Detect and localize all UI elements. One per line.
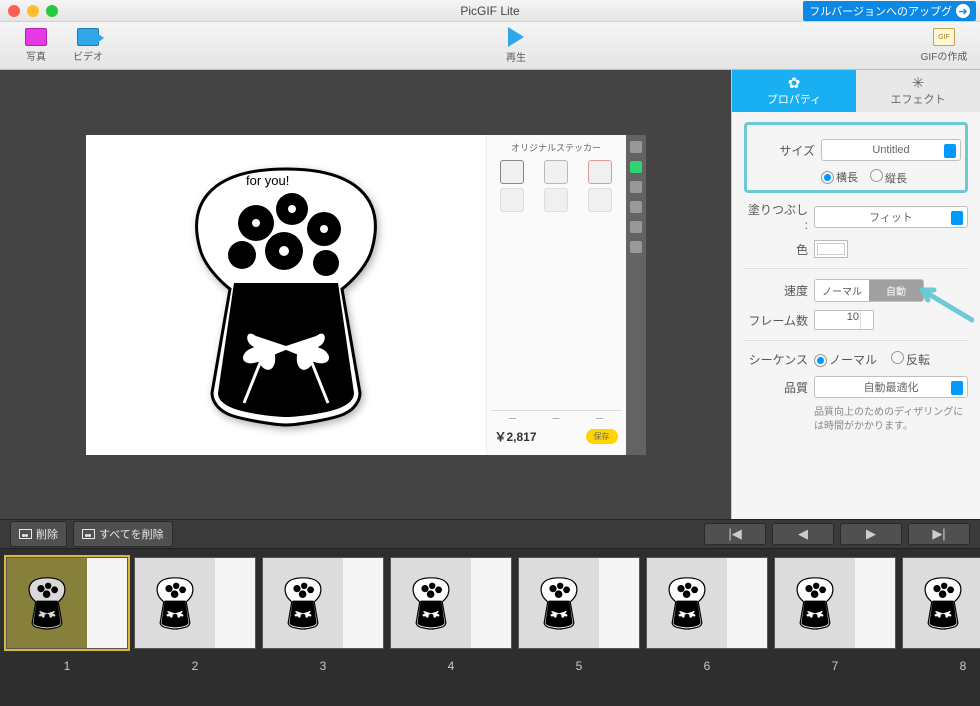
window-titlebar: PicGIF Lite フルバージョンへのアップグ ➜ — [0, 0, 980, 22]
frames-stepper[interactable]: 10 — [814, 310, 874, 330]
frame-number: 7 — [832, 659, 839, 673]
frame-thumbnail[interactable]: 6 — [646, 557, 768, 702]
image-icon — [82, 529, 95, 539]
arrow-right-icon: ➜ — [956, 4, 970, 18]
fill-label: 塗りつぶし : — [744, 201, 808, 232]
frame-number: 5 — [576, 659, 583, 673]
tool-strip — [626, 135, 646, 455]
image-icon — [19, 529, 32, 539]
create-gif-button[interactable]: GIF GIFの作成 — [918, 24, 970, 68]
tab-effects[interactable]: ✳ エフェクト — [856, 70, 980, 112]
speed-normal[interactable]: ノーマル — [815, 280, 869, 301]
preview-canvas: for you! オリジナルステッカー ——— ￥2,817 保存 — [86, 135, 646, 455]
size-label: サイズ — [751, 142, 815, 159]
photo-label: 写真 — [26, 48, 46, 63]
frame-number: 4 — [448, 659, 455, 673]
strip-icon[interactable] — [630, 141, 642, 153]
first-frame-button[interactable]: |◀ — [704, 523, 766, 545]
frame-thumbnail[interactable]: 8 — [902, 557, 980, 702]
photo-button[interactable]: 写真 — [10, 24, 62, 68]
timeline[interactable]: 1 2 3 4 5 6 7 8 — [0, 549, 980, 706]
orient-vertical-radio[interactable]: 縦長 — [870, 169, 907, 186]
gear-icon: ✿ — [788, 76, 801, 91]
price-label: ￥2,817 — [495, 428, 537, 445]
canvas-area: for you! オリジナルステッカー ——— ￥2,817 保存 — [0, 70, 731, 519]
delete-all-label: すべてを削除 — [99, 526, 164, 542]
speed-segmented[interactable]: ノーマル 自動 — [814, 279, 924, 302]
strip-icon[interactable] — [630, 201, 642, 213]
frame-number: 6 — [704, 659, 711, 673]
frame-thumbnail[interactable]: 2 — [134, 557, 256, 702]
minimize-window-icon[interactable] — [27, 5, 39, 17]
frame-thumbnail[interactable]: 3 — [262, 557, 384, 702]
video-icon — [77, 28, 99, 46]
save-button[interactable]: 保存 — [586, 429, 618, 444]
delete-all-button[interactable]: すべてを削除 — [73, 521, 173, 547]
sparkle-icon: ✳ — [912, 76, 925, 91]
tab-properties-label: プロパティ — [767, 91, 821, 107]
sequence-label: シーケンス — [744, 351, 808, 368]
toolbar: 写真 ビデオ 再生 GIF GIFの作成 — [0, 22, 980, 70]
upgrade-button[interactable]: フルバージョンへのアップグ ➜ — [803, 1, 976, 21]
seq-reverse-radio[interactable]: 反転 — [891, 351, 930, 368]
play-button[interactable]: 再生 — [490, 24, 542, 68]
video-button[interactable]: ビデオ — [62, 24, 114, 68]
annotation-arrow-icon — [914, 284, 974, 324]
frame-number: 8 — [960, 659, 967, 673]
last-frame-button[interactable]: ▶| — [908, 523, 970, 545]
sticker-header: オリジナルステッカー — [491, 141, 622, 154]
play-icon — [508, 27, 524, 47]
size-value: Untitled — [872, 144, 909, 156]
frames-label: フレーム数 — [744, 312, 808, 329]
app-title: PicGIF Lite — [460, 4, 519, 18]
size-highlight: サイズ Untitled 横長 縦長 — [744, 122, 968, 193]
color-swatch[interactable] — [814, 240, 848, 258]
strip-icon[interactable] — [630, 181, 642, 193]
strip-icon[interactable] — [630, 241, 642, 253]
size-select[interactable]: Untitled — [821, 139, 961, 161]
frame-number: 3 — [320, 659, 327, 673]
strip-icon[interactable] — [630, 221, 642, 233]
frame-number: 1 — [64, 659, 71, 673]
svg-text:for you!: for you! — [246, 173, 289, 188]
video-label: ビデオ — [73, 48, 103, 63]
gif-icon: GIF — [933, 28, 955, 46]
fill-value: フィット — [869, 209, 913, 225]
frame-thumbnail[interactable]: 5 — [518, 557, 640, 702]
quality-hint: 品質向上のためのディザリングには時間がかかります。 — [814, 406, 968, 434]
seq-normal-radio[interactable]: ノーマル — [814, 351, 877, 368]
sticker-options-panel: オリジナルステッカー ——— ￥2,817 保存 — [486, 135, 626, 455]
play-label: 再生 — [506, 49, 526, 64]
upgrade-label: フルバージョンへのアップグ — [809, 3, 952, 19]
quality-value: 自動最適化 — [864, 379, 919, 395]
orient-horizontal-radio[interactable]: 横長 — [821, 169, 858, 186]
speed-label: 速度 — [744, 282, 808, 299]
strip-icon[interactable] — [630, 161, 642, 173]
frame-thumbnail[interactable]: 1 — [6, 557, 128, 702]
frame-thumbnail[interactable]: 7 — [774, 557, 896, 702]
properties-panel: ✿ プロパティ ✳ エフェクト サイズ Untitled 横長 縦長 — [731, 70, 980, 519]
tab-properties[interactable]: ✿ プロパティ — [732, 70, 856, 112]
traffic-lights — [8, 5, 58, 17]
photo-icon — [25, 28, 47, 46]
bouquet-sticker-image: for you! — [156, 155, 416, 435]
delete-button[interactable]: 削除 — [10, 521, 67, 547]
prev-frame-button[interactable]: ◀ — [772, 523, 834, 545]
next-frame-button[interactable]: ▶ — [840, 523, 902, 545]
fill-select[interactable]: フィット — [814, 206, 968, 228]
quality-label: 品質 — [744, 379, 808, 396]
close-window-icon[interactable] — [8, 5, 20, 17]
gif-label: GIFの作成 — [921, 48, 968, 63]
timeline-toolbar: 削除 すべてを削除 |◀ ◀ ▶ ▶| — [0, 519, 980, 549]
delete-label: 削除 — [36, 526, 58, 542]
frame-number: 2 — [192, 659, 199, 673]
maximize-window-icon[interactable] — [46, 5, 58, 17]
tab-effects-label: エフェクト — [891, 91, 946, 107]
frame-thumbnail[interactable]: 4 — [390, 557, 512, 702]
color-label: 色 — [744, 241, 808, 258]
quality-select[interactable]: 自動最適化 — [814, 376, 968, 398]
